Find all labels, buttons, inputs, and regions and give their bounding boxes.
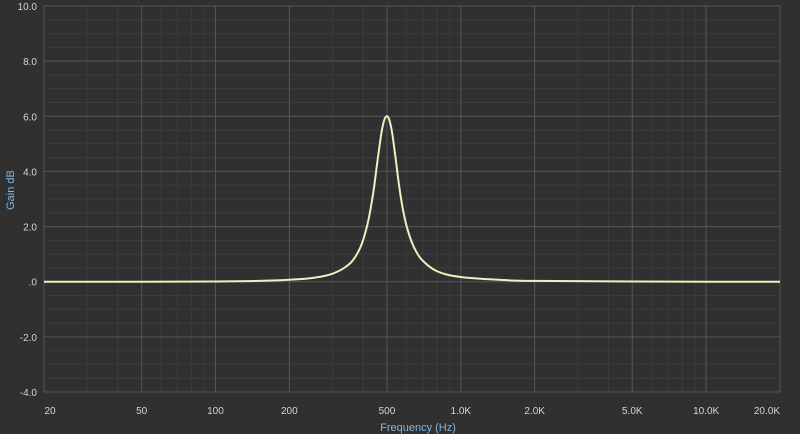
x-tick-label: 1.0K [451, 406, 472, 417]
y-tick-label: -2.0 [20, 333, 38, 344]
eq-response-chart: 20 50 100 200 500 1.0K 2.0K 5.0K 10.0K 20.0K 10.0… [0, 0, 800, 434]
x-tick-label: 50 [136, 406, 148, 417]
y-tick-label: 2.0 [23, 223, 37, 234]
y-tick-label: .0 [29, 278, 38, 289]
y-tick-label: 10.0 [18, 2, 38, 13]
x-tick-label: 20.0K [754, 406, 780, 417]
chart-background [0, 0, 800, 434]
y-tick-label: -4.0 [20, 388, 38, 399]
x-tick-label: 100 [207, 406, 224, 417]
y-tick-label: 8.0 [23, 57, 37, 68]
x-tick-label: 10.0K [693, 406, 719, 417]
y-tick-label: 6.0 [23, 112, 37, 123]
x-tick-label: 500 [379, 406, 396, 417]
x-tick-label: 20 [44, 406, 56, 417]
x-tick-label: 2.0K [524, 406, 545, 417]
x-tick-label: 5.0K [622, 406, 643, 417]
y-tick-label: 4.0 [23, 167, 37, 178]
y-axis-title: Gain dB [5, 170, 17, 210]
x-axis-title: Frequency (Hz) [380, 422, 456, 434]
x-tick-label: 200 [281, 406, 298, 417]
